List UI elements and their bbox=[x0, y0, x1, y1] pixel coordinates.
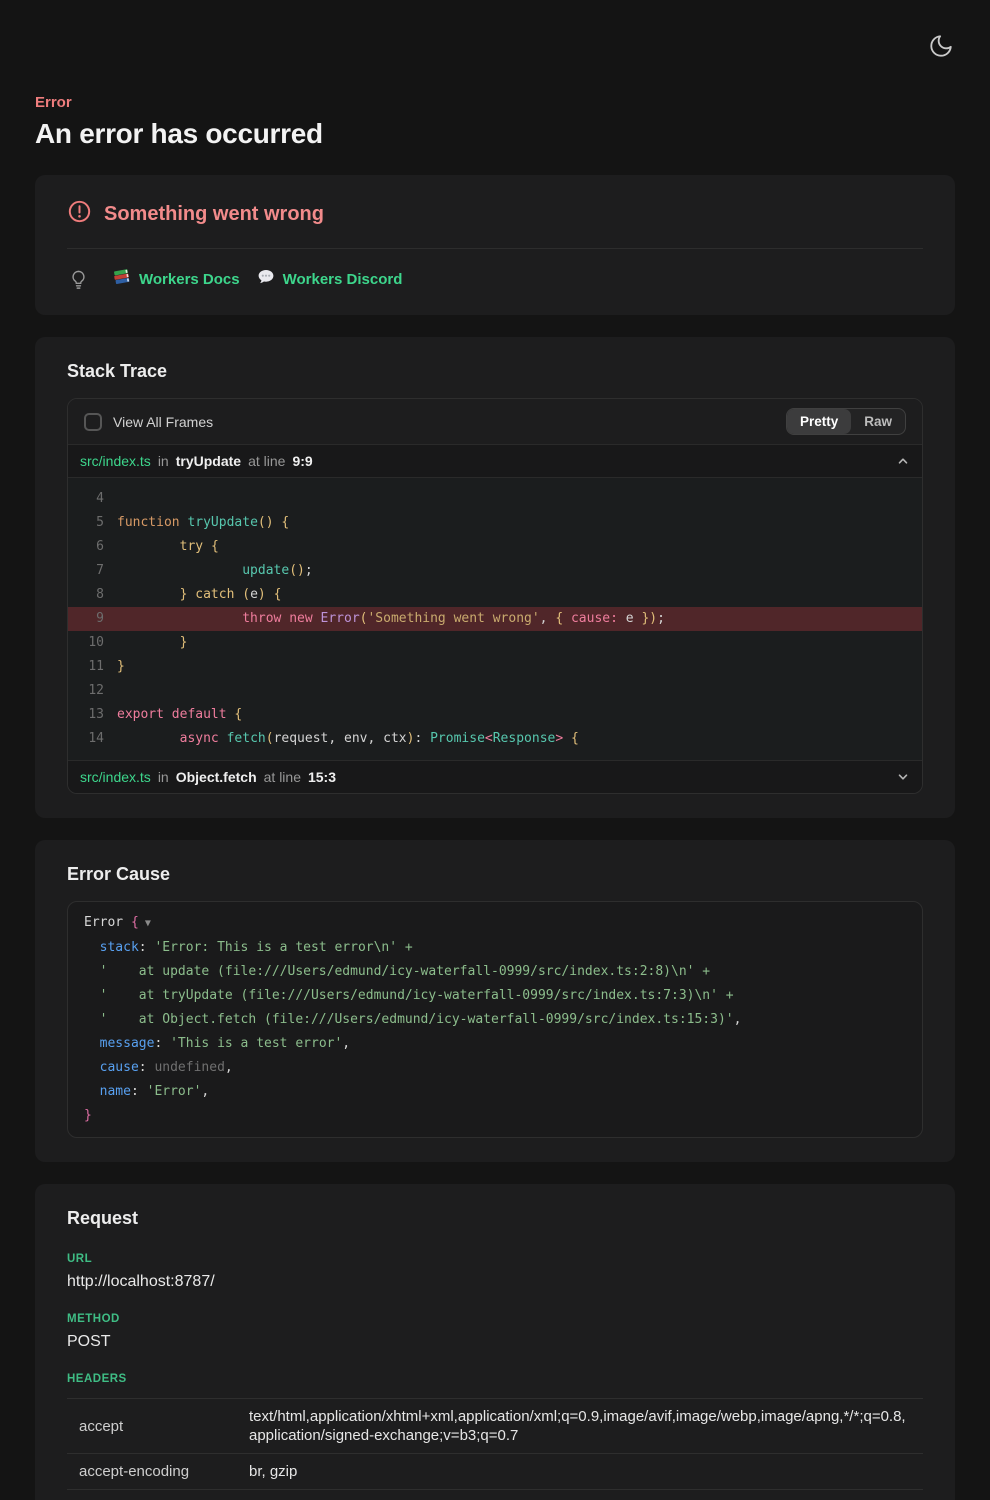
header-value: br, gzip bbox=[249, 1454, 923, 1490]
stack-frame-header-1[interactable]: src/index.ts in tryUpdate at line 9:9 bbox=[68, 444, 922, 477]
code-line-10: 10 } bbox=[68, 631, 922, 655]
stack-frame-header-2[interactable]: src/index.ts in Object.fetch at line 15:… bbox=[68, 760, 922, 793]
page-title: An error has occurred bbox=[35, 118, 955, 150]
header-value: en-US,en;q=0.9 bbox=[249, 1490, 923, 1500]
stack-trace-card: Stack Trace View All Frames Pretty Raw s… bbox=[35, 337, 955, 818]
stack-trace-box: View All Frames Pretty Raw src/index.ts … bbox=[67, 398, 923, 794]
divider bbox=[67, 248, 923, 249]
url-value: http://localhost:8787/ bbox=[67, 1273, 923, 1291]
error-cause-line-7: cause: undefined, bbox=[84, 1056, 906, 1080]
alert-card: Something went wrong bbox=[35, 175, 955, 315]
books-icon bbox=[112, 267, 132, 291]
raw-button[interactable]: Raw bbox=[851, 409, 905, 434]
request-heading: Request bbox=[67, 1208, 923, 1229]
frame-file-link[interactable]: src/index.ts bbox=[80, 769, 151, 785]
code-line-9: 9 throw new Error('Something went wrong'… bbox=[68, 607, 922, 631]
error-cause-line-4: ' at tryUpdate (file:///Users/edmund/icy… bbox=[84, 984, 906, 1008]
error-cause-line-8: name: 'Error', bbox=[84, 1080, 906, 1104]
frame-file-link[interactable]: src/index.ts bbox=[80, 453, 151, 469]
header-row: accept-encodingbr, gzip bbox=[67, 1454, 923, 1490]
code-line-12: 12 bbox=[68, 679, 922, 703]
line-number: 4 bbox=[68, 487, 104, 511]
code-line-7: 7 update(); bbox=[68, 559, 922, 583]
error-cause-line-6: message: 'This is a test error', bbox=[84, 1032, 906, 1056]
error-cause-line-9: } bbox=[84, 1104, 906, 1128]
chevron-down-icon bbox=[896, 770, 910, 784]
code-line-5: 5function tryUpdate() { bbox=[68, 511, 922, 535]
header-name: accept-encoding bbox=[67, 1454, 249, 1490]
error-eyebrow: Error bbox=[35, 94, 955, 111]
workers-docs-label: Workers Docs bbox=[139, 271, 240, 288]
header-value: text/html,application/xhtml+xml,applicat… bbox=[249, 1399, 923, 1454]
frame-line-position: 9:9 bbox=[292, 453, 312, 469]
headers-label: HEADERS bbox=[67, 1373, 923, 1385]
error-cause-line-1: Error { ▼ bbox=[84, 911, 906, 936]
theme-toggle-button[interactable] bbox=[927, 33, 955, 61]
code-line-6: 6 try { bbox=[68, 535, 922, 559]
error-cause-line-2: stack: 'Error: This is a test error\n' + bbox=[84, 936, 906, 960]
code-line-8: 8 } catch (e) { bbox=[68, 583, 922, 607]
line-number: 9 bbox=[68, 607, 104, 631]
header-name: accept-language bbox=[67, 1490, 249, 1500]
workers-docs-link[interactable]: Workers Docs bbox=[112, 267, 240, 291]
moon-icon bbox=[928, 47, 954, 62]
collapse-triangle-icon[interactable]: ▼ bbox=[139, 918, 151, 929]
header-name: accept bbox=[67, 1399, 249, 1454]
top-bar bbox=[35, 0, 955, 61]
frame-line-position: 15:3 bbox=[308, 769, 336, 785]
line-number: 8 bbox=[68, 583, 104, 607]
code-line-14: 14 async fetch(request, env, ctx): Promi… bbox=[68, 727, 922, 751]
format-toggle: Pretty Raw bbox=[786, 408, 906, 435]
code-line-4: 4 bbox=[68, 487, 922, 511]
request-headers-table: accepttext/html,application/xhtml+xml,ap… bbox=[67, 1398, 923, 1500]
frame-in-word: in bbox=[158, 453, 169, 469]
view-all-frames-checkbox[interactable] bbox=[84, 413, 102, 431]
request-card: Request URL http://localhost:8787/ METHO… bbox=[35, 1184, 955, 1500]
line-number: 12 bbox=[68, 679, 104, 703]
line-number: 11 bbox=[68, 655, 104, 679]
code-line-11: 11} bbox=[68, 655, 922, 679]
alert-circle-icon bbox=[67, 199, 92, 229]
error-cause-line-5: ' at Object.fetch (file:///Users/edmund/… bbox=[84, 1008, 906, 1032]
error-cause-card: Error Cause Error { ▼ stack: 'Error: Thi… bbox=[35, 840, 955, 1162]
frame-at-words: at line bbox=[248, 453, 285, 469]
view-all-frames-label: View All Frames bbox=[113, 414, 213, 430]
code-line-13: 13export default { bbox=[68, 703, 922, 727]
stack-trace-toolbar: View All Frames Pretty Raw bbox=[68, 399, 922, 444]
lightbulb-icon bbox=[67, 268, 90, 291]
error-cause-dump: Error { ▼ stack: 'Error: This is a test … bbox=[67, 901, 923, 1138]
header-row: accept-languageen-US,en;q=0.9 bbox=[67, 1490, 923, 1500]
frame-function-name: Object.fetch bbox=[176, 769, 257, 785]
stack-trace-heading: Stack Trace bbox=[67, 361, 923, 382]
line-number: 6 bbox=[68, 535, 104, 559]
line-number: 14 bbox=[68, 727, 104, 751]
line-number: 10 bbox=[68, 631, 104, 655]
alert-heading: Something went wrong bbox=[104, 203, 324, 226]
line-number: 7 bbox=[68, 559, 104, 583]
chevron-up-icon bbox=[896, 454, 910, 468]
line-number: 5 bbox=[68, 511, 104, 535]
error-page: Error An error has occurred Something we… bbox=[0, 0, 990, 1500]
header-row: accepttext/html,application/xhtml+xml,ap… bbox=[67, 1399, 923, 1454]
error-cause-line-3: ' at update (file:///Users/edmund/icy-wa… bbox=[84, 960, 906, 984]
speech-balloon-icon bbox=[256, 267, 276, 291]
workers-discord-link[interactable]: Workers Discord bbox=[256, 267, 403, 291]
frame-in-word: in bbox=[158, 769, 169, 785]
url-label: URL bbox=[67, 1253, 923, 1265]
line-number: 13 bbox=[68, 703, 104, 727]
workers-discord-label: Workers Discord bbox=[283, 271, 403, 288]
frame-at-words: at line bbox=[264, 769, 301, 785]
error-cause-heading: Error Cause bbox=[67, 864, 923, 885]
frame-function-name: tryUpdate bbox=[176, 453, 241, 469]
method-value: POST bbox=[67, 1333, 923, 1351]
source-code-viewer: 45function tryUpdate() {6 try {7 update(… bbox=[68, 477, 922, 760]
method-label: METHOD bbox=[67, 1313, 923, 1325]
pretty-button[interactable]: Pretty bbox=[787, 409, 851, 434]
